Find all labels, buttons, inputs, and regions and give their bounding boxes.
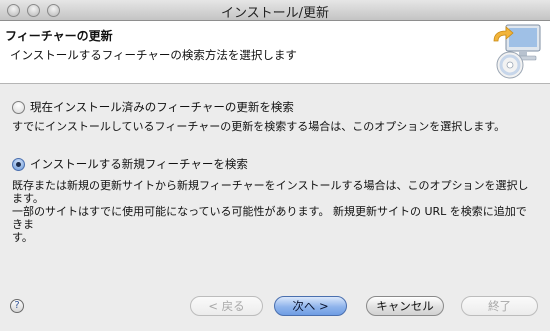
cancel-button[interactable]: キャンセル [366, 296, 444, 316]
search-updates-radio[interactable] [12, 100, 25, 114]
wizard-header: フィーチャーの更新 インストールするフィーチャーの検索方法を選択します [0, 21, 550, 84]
next-button[interactable]: 次へ > [274, 296, 347, 316]
option-search-new-features[interactable]: インストールする新規フィーチャーを検索 [12, 156, 248, 172]
install-update-window: インストール/更新 フィーチャーの更新 インストールするフィーチャーの検索方法を… [0, 0, 550, 331]
options-area: 現在インストール済みのフィーチャーの更新を検索 すでにインストールしているフィー… [0, 84, 550, 279]
page-title: フィーチャーの更新 [5, 29, 113, 43]
search-new-features-radio[interactable] [12, 157, 25, 171]
help-icon[interactable]: ? [10, 299, 24, 313]
back-button[interactable]: < 戻る [190, 296, 263, 316]
button-bar: ? < 戻る 次へ > キャンセル 終了 [0, 279, 550, 331]
window-title: インストール/更新 [220, 6, 330, 21]
description-line-3: す。 [12, 231, 33, 244]
page-description: インストールするフィーチャーの検索方法を選択します [10, 48, 297, 62]
search-updates-description: すでにインストールしているフィーチャーの更新を検索する場合は、このオプションを選… [12, 120, 506, 133]
finish-button[interactable]: 終了 [461, 296, 538, 316]
option-search-updates[interactable]: 現在インストール済みのフィーチャーの更新を検索 [12, 99, 294, 115]
description-line-1: 既存または新規の更新サイトから新規フィーチャーをインストールする場合は、このオプ… [12, 179, 529, 205]
description-line-2: 一部のサイトはすでに使用可能になっている可能性があります。 新規更新サイトの U… [12, 205, 527, 231]
search-updates-label: 現在インストール済みのフィーチャーの更新を検索 [30, 100, 294, 114]
search-new-features-description: 既存または新規の更新サイトから新規フィーチャーをインストールする場合は、このオプ… [12, 179, 532, 244]
search-new-features-label: インストールする新規フィーチャーを検索 [30, 157, 248, 171]
install-update-wizard-icon [484, 21, 546, 83]
title-bar[interactable]: インストール/更新 [0, 0, 550, 21]
